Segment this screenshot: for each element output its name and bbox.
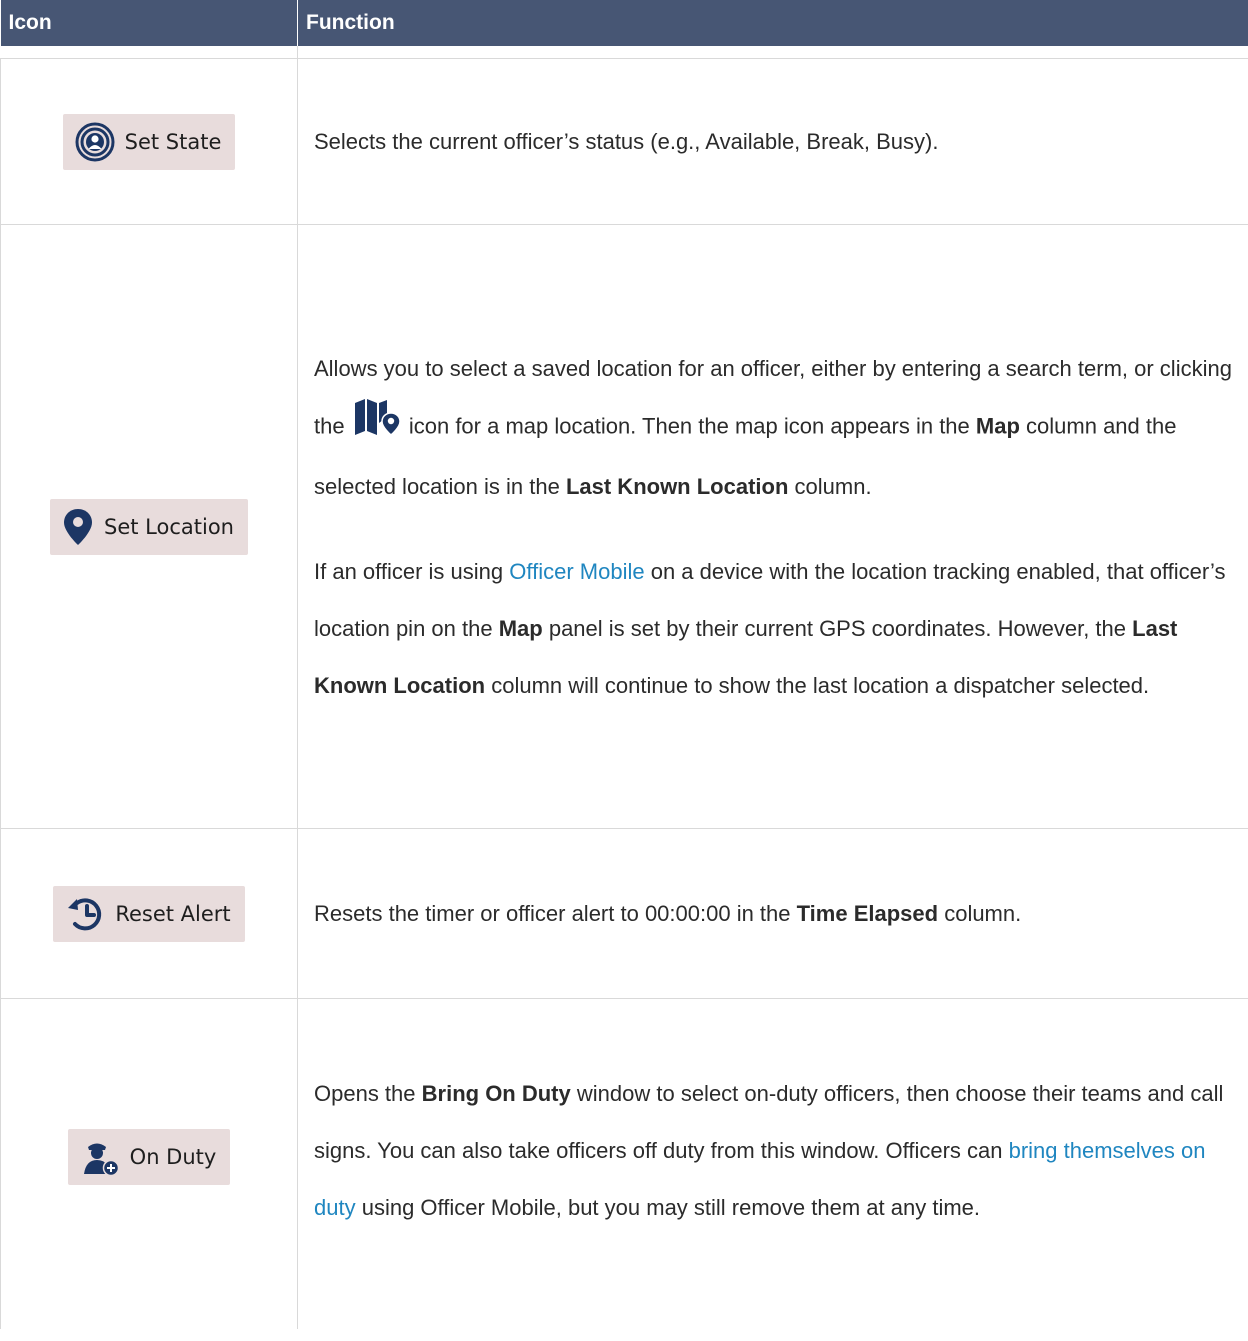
location-pin-icon xyxy=(62,508,94,546)
on-duty-label: On Duty xyxy=(129,1145,217,1169)
add-officer-icon xyxy=(80,1138,120,1176)
on-duty-button[interactable]: On Duty xyxy=(67,1129,231,1185)
reset-alert-description: Resets the timer or officer alert to 00:… xyxy=(314,901,1022,926)
reset-alert-label: Reset Alert xyxy=(115,901,231,926)
on-duty-description: Opens the Bring On Duty window to select… xyxy=(314,1081,1224,1220)
officer-mobile-link[interactable]: Officer Mobile xyxy=(509,559,644,584)
reset-clock-icon xyxy=(65,895,105,933)
set-state-button[interactable]: Set State xyxy=(62,113,236,170)
table-row: Set Location Allows you to select a save… xyxy=(0,224,1248,829)
set-location-label: Set Location xyxy=(104,514,234,539)
table-row: On Duty Opens the Bring On Duty window t… xyxy=(0,998,1248,1329)
table-row: Reset Alert Resets the timer or officer … xyxy=(0,828,1248,999)
set-state-description: Selects the current officer’s status (e.… xyxy=(314,129,939,154)
header-function: Function xyxy=(297,0,1248,46)
icon-function-table: Icon Function Set State Selects the curr… xyxy=(0,0,1248,1329)
map-pin-icon xyxy=(353,397,401,458)
set-location-paragraph-1: Allows you to select a saved location fo… xyxy=(314,355,1232,499)
header-icon: Icon xyxy=(0,0,298,46)
table-row: Set State Selects the current officer’s … xyxy=(0,58,1248,225)
set-location-button[interactable]: Set Location xyxy=(50,498,248,555)
broadcast-person-icon xyxy=(75,122,115,162)
reset-alert-button[interactable]: Reset Alert xyxy=(53,885,245,942)
set-state-label: Set State xyxy=(124,129,222,154)
table-header-row: Icon Function xyxy=(0,0,1248,46)
set-location-paragraph-2: If an officer is using Officer Mobile on… xyxy=(314,558,1226,698)
